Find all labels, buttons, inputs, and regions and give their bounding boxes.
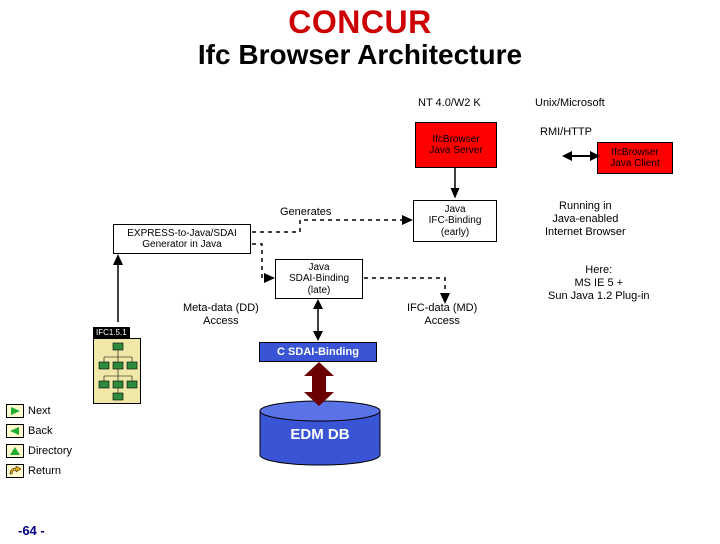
edm-db-label: EDM DB: [290, 426, 349, 443]
main-title: Ifc Browser Architecture: [0, 39, 720, 71]
ifc-schema-icon: [93, 338, 141, 404]
dashed-generates-connector: [252, 220, 408, 232]
directory-icon: [6, 444, 24, 458]
java-ifc-binding-label: Java IFC-Binding (early): [429, 204, 482, 239]
label-generates: Generates: [280, 206, 331, 219]
next-icon: [6, 404, 24, 418]
nav-return[interactable]: Return: [6, 464, 61, 478]
label-rmi: RMI/HTTP: [540, 126, 592, 139]
brand-title: CONCUR: [0, 4, 720, 41]
double-arrow-icon: [562, 151, 600, 161]
back-icon: [6, 424, 24, 438]
nav-back[interactable]: Back: [6, 424, 52, 438]
ifcbrowser-java-client-label: IfcBrowser Java Client: [610, 147, 659, 170]
nav-back-label: Back: [28, 425, 52, 437]
c-sdai-binding-box: C SDAI-Binding: [259, 342, 377, 362]
express-generator-label: EXPRESS-to-Java/SDAI Generator in Java: [127, 228, 236, 251]
edm-db-cylinder: EDM DB: [255, 399, 385, 467]
sdai-csdai-double-arrow: [313, 299, 323, 341]
here-note: Here: MS IE 5 + Sun Java 1.2 Plug-in: [548, 264, 650, 304]
running-note: Running in Java-enabled Internet Browser: [545, 200, 626, 240]
c-sdai-binding-label: C SDAI-Binding: [277, 346, 359, 359]
ifcbrowser-java-server-label: IfcBrowser Java Server: [429, 134, 482, 157]
java-sdai-binding-box: Java SDAI-Binding (late): [275, 259, 363, 299]
java-sdai-binding-label: Java SDAI-Binding (late): [289, 262, 349, 297]
nav-return-label: Return: [28, 465, 61, 477]
nav-directory-label: Directory: [28, 445, 72, 457]
nav-next-label: Next: [28, 405, 51, 417]
nav-next[interactable]: Next: [6, 404, 51, 418]
dashed-sdai-right-connector: [364, 278, 445, 298]
ifcbrowser-java-client-box: IfcBrowser Java Client: [597, 142, 673, 174]
schema-tree-icon: [94, 339, 142, 405]
label-meta-access: Meta-data (DD) Access: [183, 302, 259, 327]
label-unix: Unix/Microsoft: [535, 97, 605, 110]
nav-directory[interactable]: Directory: [6, 444, 72, 458]
label-nt: NT 4.0/W2 K: [418, 97, 481, 110]
java-ifc-binding-box: Java IFC-Binding (early): [413, 200, 497, 242]
return-icon: [6, 464, 24, 478]
slide-number: -64 -: [18, 523, 45, 538]
ifcbrowser-java-server-box: IfcBrowser Java Server: [415, 122, 497, 168]
dashed-sdai-connector: [252, 244, 270, 278]
ifc-version-chip: IFC1.5.1: [93, 327, 130, 338]
label-ifc-access: IFC-data (MD) Access: [407, 302, 477, 327]
express-generator-box: EXPRESS-to-Java/SDAI Generator in Java: [113, 224, 251, 254]
